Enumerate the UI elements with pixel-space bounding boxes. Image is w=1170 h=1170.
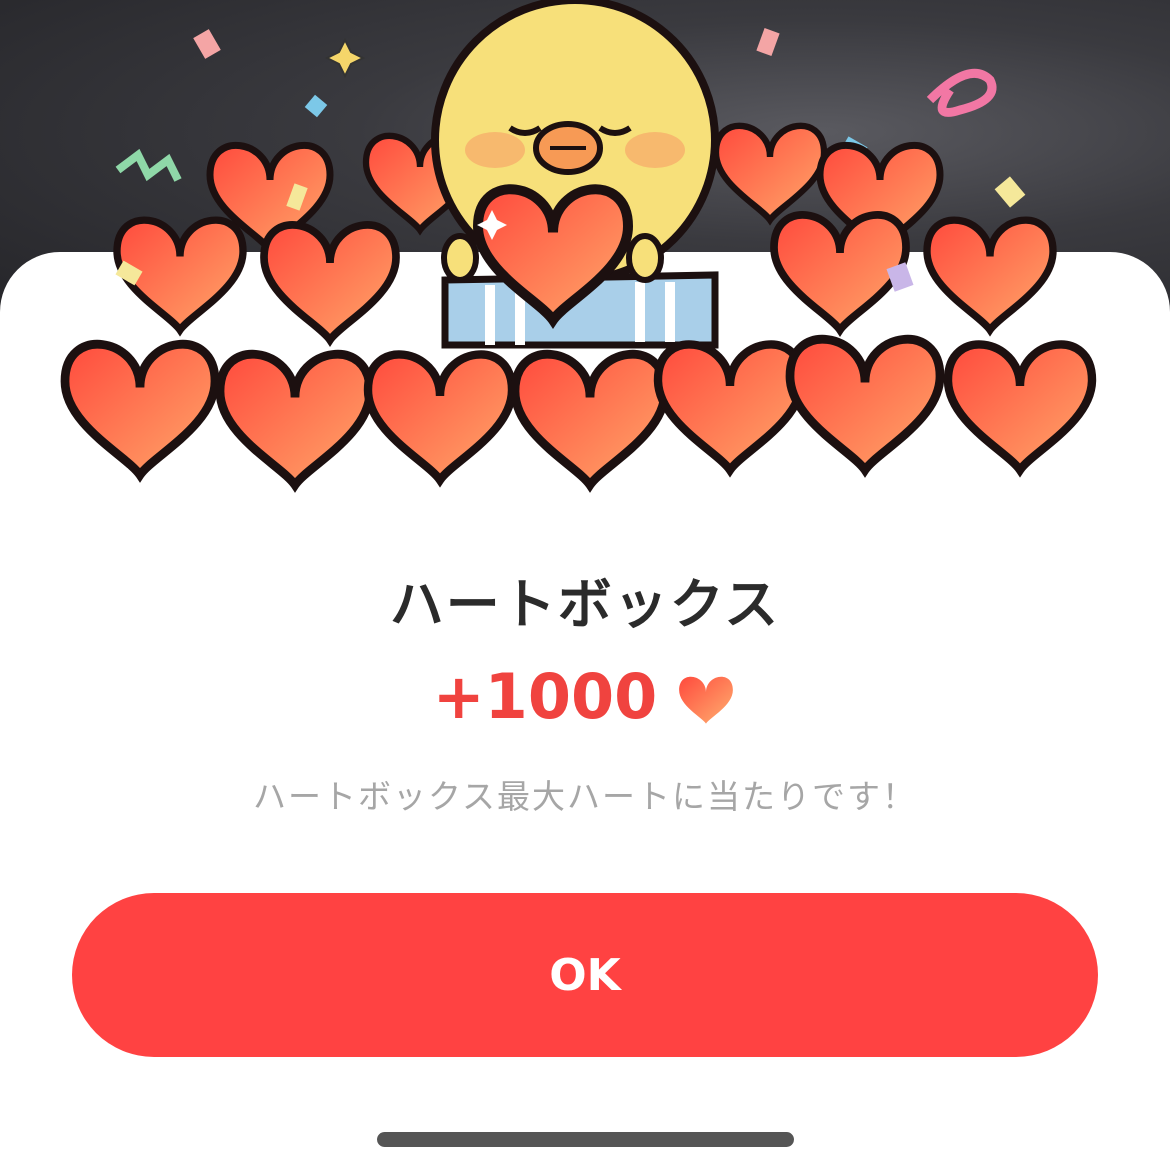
reward-message: ハートボックス最大ハートに当たりです！ xyxy=(252,777,917,816)
reward-amount: +1000 xyxy=(432,660,658,733)
ok-button[interactable]: OK xyxy=(72,893,1098,1057)
heart-icon xyxy=(679,676,734,724)
heart-pile-illustration xyxy=(0,0,1170,520)
reward-amount-row: +1000 xyxy=(0,660,1170,733)
home-indicator[interactable] xyxy=(377,1132,794,1147)
dialog-title: ハートボックス xyxy=(389,573,781,636)
